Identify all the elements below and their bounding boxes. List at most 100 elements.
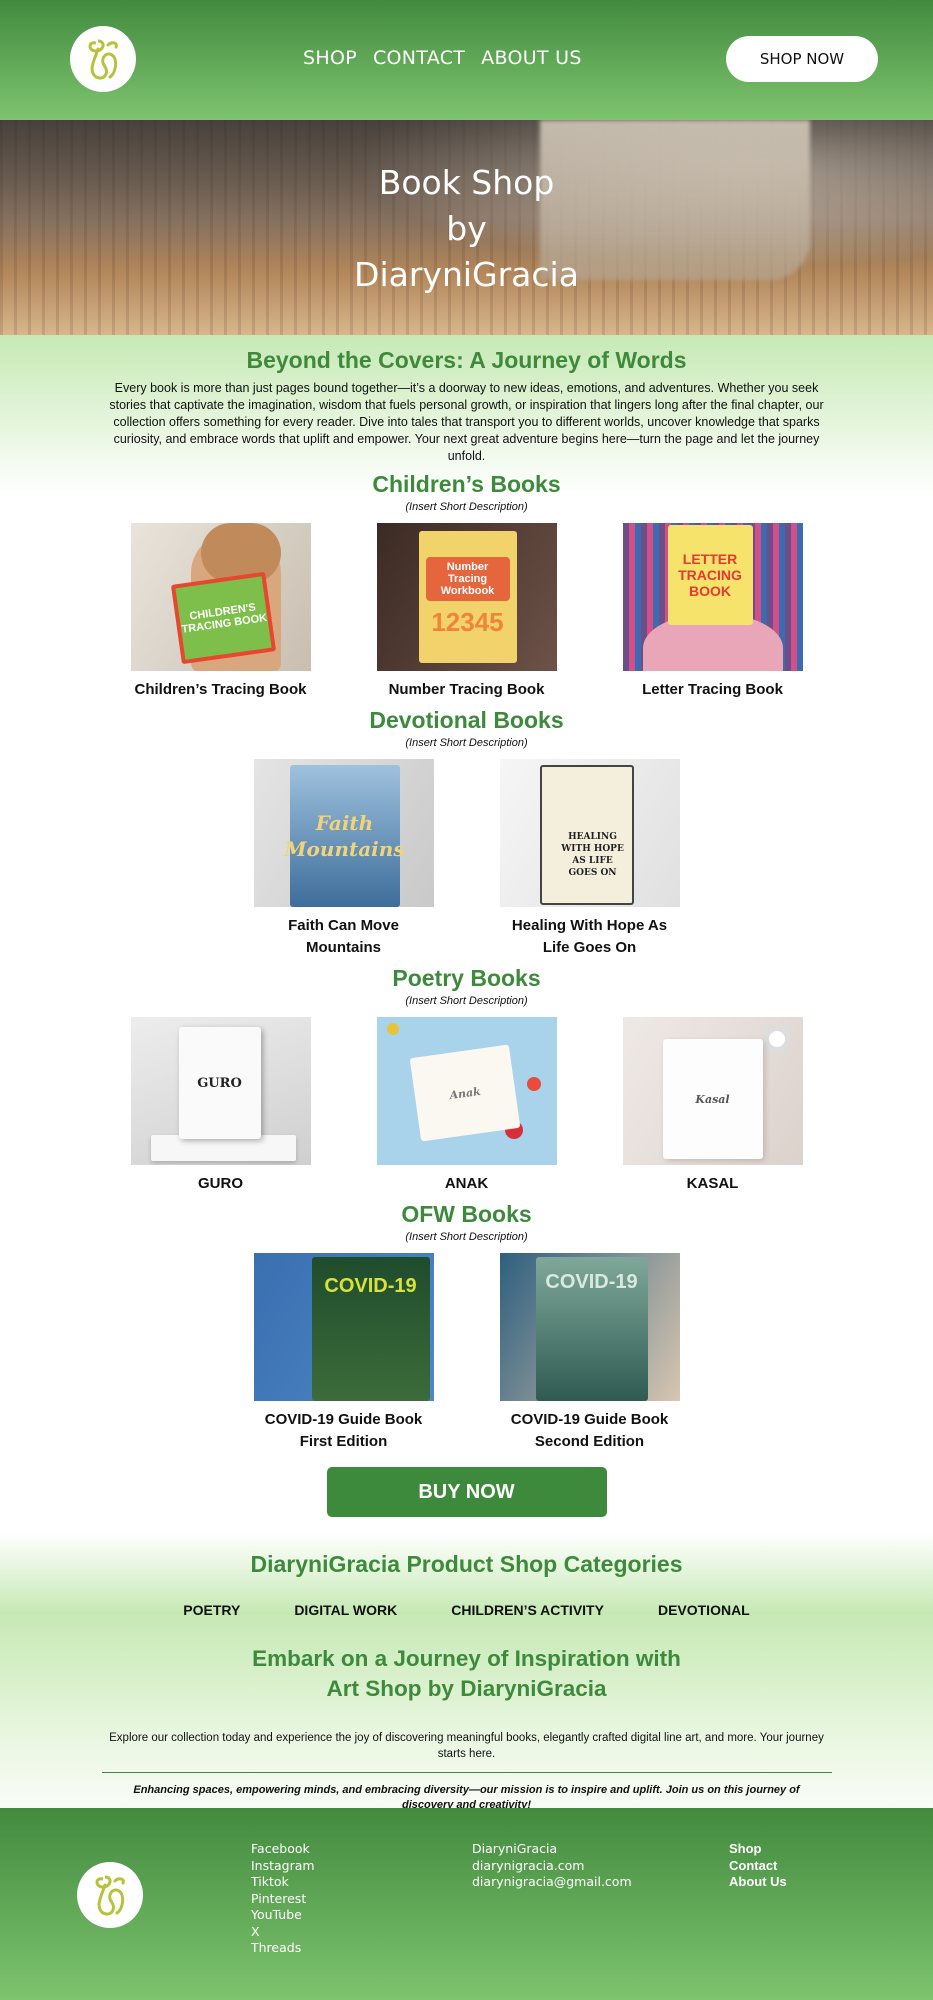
book-item-childrens-tracing[interactable]: CHILDREN'S TRACING BOOK Children’s Traci… [130,523,311,701]
hero-banner: Book Shop by DiaryniGracia [0,120,933,335]
category-list: POETRY DIGITAL WORK CHILDREN’S ACTIVITY … [0,1602,933,1618]
poetry-books-section: Poetry Books (Insert Short Description) … [0,965,933,1195]
book-image[interactable]: COVID-19 [499,1253,680,1401]
book-name[interactable]: ANAK [377,1173,557,1195]
footer-link-threads[interactable]: Threads [251,1940,315,1957]
section-title: Poetry Books [392,965,541,991]
decor-bead [386,1023,399,1035]
footer-link-x[interactable]: X [251,1924,315,1941]
site-header: SHOP CONTACT ABOUT US SHOP NOW [0,0,933,120]
footer-link-youtube[interactable]: YouTube [251,1907,315,1924]
childrens-books-section: Children’s Books (Insert Short Descripti… [0,471,933,701]
book-cover: COVID-19 [535,1257,648,1401]
book-image[interactable]: Kasal [622,1017,803,1165]
divider [101,1772,832,1773]
book-item-letter-tracing[interactable]: LETTER TRACING BOOK Letter Tracing Book [622,523,803,701]
footer-link-contact[interactable]: Contact [729,1858,787,1875]
book-cover-numbers: 12345 [431,606,504,637]
explore-text: Explore our collection today and experie… [109,1732,824,1760]
book-cover: Kasal [662,1039,763,1159]
book-item-anak[interactable]: Anak ANAK [376,1017,557,1195]
book-image[interactable]: Number Tracing Workbook 12345 [376,523,557,671]
hero-title: Book Shop by DiaryniGracia [0,160,933,298]
footer-email-link[interactable]: diarynigracia@gmail.com [472,1874,632,1891]
book-name[interactable]: Number Tracing Book [377,679,557,701]
embark-title: Embark on a Journey of Inspiration with … [0,1644,933,1704]
hero-title-line: DiaryniGracia [354,255,579,294]
book-cover: GURO [178,1027,261,1139]
categories-section: DiaryniGracia Product Shop Categories PO… [0,1533,933,1843]
footer-logo[interactable] [77,1862,143,1928]
book-name[interactable]: Children’s Tracing Book [131,679,311,701]
category-digital-work[interactable]: DIGITAL WORK [294,1602,397,1618]
book-item-healing-with-hope[interactable]: HEALING WITH HOPE AS LIFE GOES ON Healin… [499,759,680,959]
book-grid: CHILDREN'S TRACING BOOK Children’s Traci… [0,523,933,701]
footer-link-about-us[interactable]: About Us [729,1874,787,1891]
book-image[interactable]: Faith Mountains [253,759,434,907]
footer-link-tiktok[interactable]: Tiktok [251,1874,315,1891]
book-item-covid-guide-second[interactable]: COVID-19 COVID-19 Guide Book Second Edit… [499,1253,680,1453]
book-image[interactable]: COVID-19 [253,1253,434,1401]
section-title: OFW Books [401,1201,532,1227]
nav-shop[interactable]: SHOP [303,47,357,69]
main-nav: SHOP CONTACT ABOUT US [303,47,582,69]
section-description: (Insert Short Description) [405,995,528,1007]
footer-website-link[interactable]: diarynigracia.com [472,1858,632,1875]
category-poetry[interactable]: POETRY [183,1602,240,1618]
shop-now-button[interactable]: SHOP NOW [726,36,878,82]
book-grid: COVID-19 COVID-19 Guide Book First Editi… [0,1253,933,1453]
intro-section: Beyond the Covers: A Journey of Words Ev… [0,335,933,1517]
hero-title-line: by [446,209,487,248]
book-cover: Anak [409,1044,520,1142]
book-image[interactable]: CHILDREN'S TRACING BOOK [130,523,311,671]
footer-link-facebook[interactable]: Facebook [251,1841,315,1858]
section-title: Children’s Books [372,471,561,497]
ofw-books-section: OFW Books (Insert Short Description) COV… [0,1201,933,1453]
nav-contact[interactable]: CONTACT [373,47,465,69]
nav-about-us[interactable]: ABOUT US [481,47,582,69]
book-image[interactable]: LETTER TRACING BOOK [622,523,803,671]
categories-title: DiaryniGracia Product Shop Categories [250,1551,683,1577]
book-cover: CHILDREN'S TRACING BOOK [170,571,276,665]
book-name[interactable]: COVID-19 Guide Book First Edition [254,1409,434,1453]
book-cover: Number Tracing Workbook 12345 [418,531,517,663]
book-name[interactable]: Faith Can Move Mountains [254,915,434,959]
section-description: (Insert Short Description) [405,1231,528,1243]
embark-title-line: Embark on a Journey of Inspiration with [252,1646,681,1671]
logo-mark-icon [88,39,118,80]
book-image[interactable]: Anak [376,1017,557,1165]
devotional-books-section: Devotional Books (Insert Short Descripti… [0,707,933,959]
book-item-covid-guide-first[interactable]: COVID-19 COVID-19 Guide Book First Editi… [253,1253,434,1453]
logo-mark-icon [95,1875,125,1916]
site-footer: Facebook Instagram Tiktok Pinterest YouT… [0,1808,933,2000]
footer-social-links: Facebook Instagram Tiktok Pinterest YouT… [251,1841,315,1957]
embark-title-line: Art Shop by DiaryniGracia [326,1676,607,1701]
book-item-kasal[interactable]: Kasal KASAL [622,1017,803,1195]
decor-object [762,1025,791,1053]
decor-bead [526,1077,541,1091]
child-photo-shape [200,523,281,583]
book-name[interactable]: COVID-19 Guide Book Second Edition [500,1409,680,1453]
book-cover: Faith Mountains [284,765,405,907]
footer-link-shop[interactable]: Shop [729,1841,787,1858]
category-childrens-activity[interactable]: CHILDREN’S ACTIVITY [451,1602,604,1618]
book-name[interactable]: KASAL [623,1173,803,1195]
book-image[interactable]: GURO [130,1017,311,1165]
footer-link-instagram[interactable]: Instagram [251,1858,315,1875]
book-name[interactable]: Healing With Hope As Life Goes On [500,915,680,959]
buy-now-button[interactable]: BUY NOW [326,1467,607,1517]
book-item-guro[interactable]: GURO GURO [130,1017,311,1195]
book-grid: Faith Mountains Faith Can Move Mountains… [0,759,933,959]
book-cover: HEALING WITH HOPE AS LIFE GOES ON [539,765,634,905]
book-item-number-tracing[interactable]: Number Tracing Workbook 12345 Number Tra… [376,523,557,701]
footer-brand-name: DiaryniGracia [472,1841,558,1856]
book-name[interactable]: GURO [131,1173,311,1195]
book-item-faith-can-move-mountains[interactable]: Faith Mountains Faith Can Move Mountains [253,759,434,959]
footer-link-pinterest[interactable]: Pinterest [251,1891,315,1908]
category-devotional[interactable]: DEVOTIONAL [658,1602,750,1618]
book-image[interactable]: HEALING WITH HOPE AS LIFE GOES ON [499,759,680,907]
footer-nav: Shop Contact About Us [729,1841,787,1891]
hero-title-line: Book Shop [378,163,555,202]
brand-logo[interactable] [70,26,136,92]
book-name[interactable]: Letter Tracing Book [623,679,803,701]
